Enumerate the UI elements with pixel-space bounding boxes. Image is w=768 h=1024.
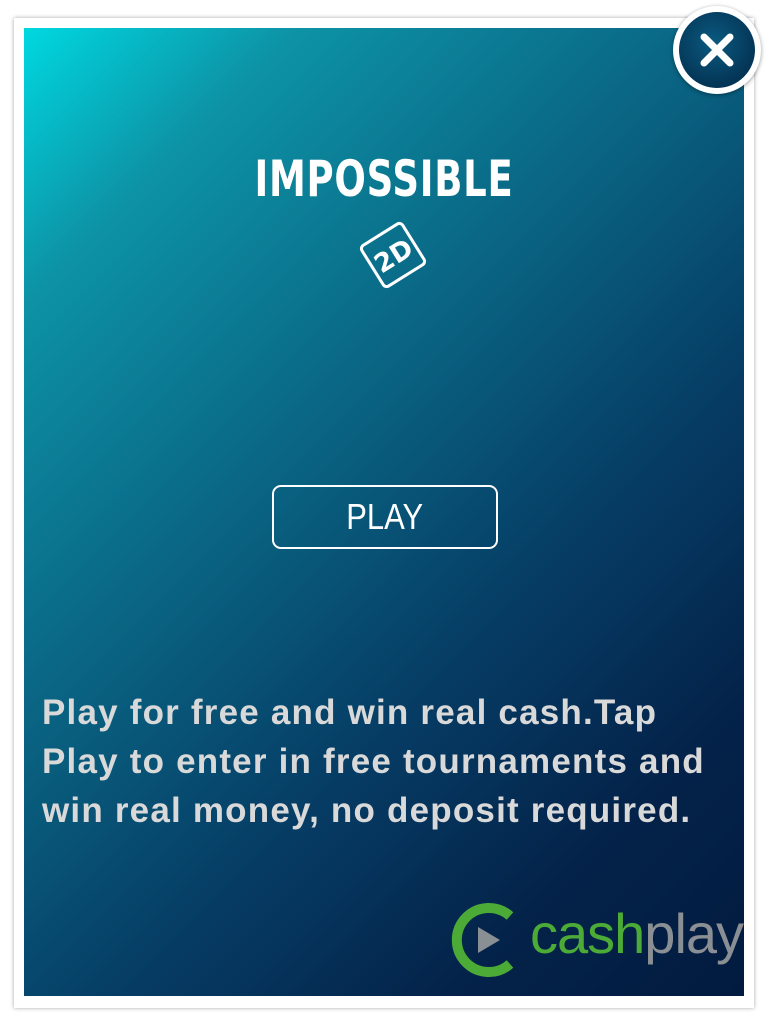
close-button[interactable] bbox=[673, 6, 761, 94]
brand-play: play bbox=[644, 902, 744, 965]
cashplay-logo: cashplay bbox=[450, 898, 744, 978]
game-logo-badge: 2D bbox=[353, 215, 433, 295]
play-button-label: PLAY bbox=[346, 496, 424, 537]
badge-2d-icon: 2D bbox=[359, 221, 427, 289]
play-button[interactable]: PLAY bbox=[272, 485, 498, 549]
cashplay-wordmark: cashplay bbox=[530, 902, 744, 966]
cashplay-play-icon bbox=[451, 903, 514, 977]
promo-text: Play for free and win real cash.Tap Play… bbox=[42, 688, 742, 835]
promo-line-1: Play for free and win real cash.Tap bbox=[42, 693, 658, 732]
promo-line-3: win real money, no deposit required. bbox=[42, 791, 692, 830]
game-logo-title: IMPOSSIBLE bbox=[254, 150, 514, 208]
close-icon bbox=[700, 33, 734, 67]
promo-line-2: Play to enter in free tournaments and bbox=[42, 742, 705, 781]
brand-cash: cash bbox=[530, 902, 645, 965]
